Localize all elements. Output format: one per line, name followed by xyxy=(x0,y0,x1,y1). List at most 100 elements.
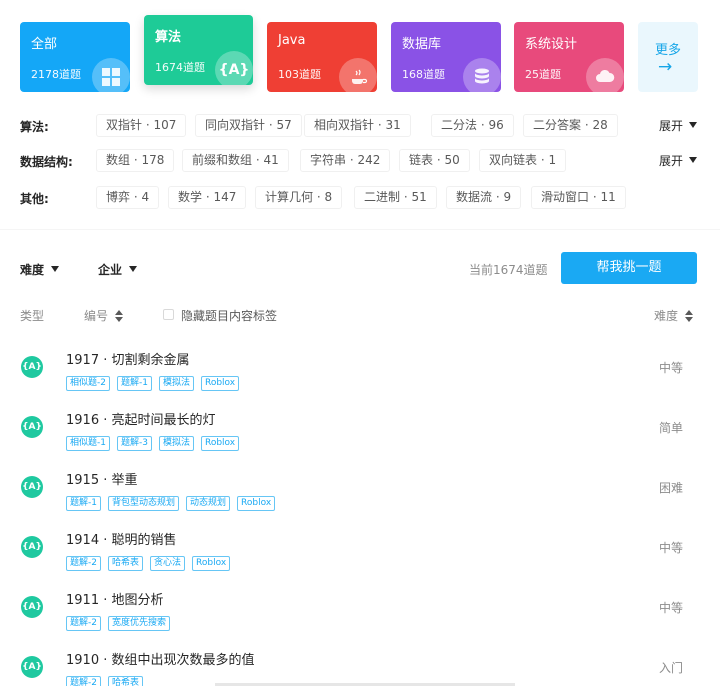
problem-title[interactable]: 1910 · 数组中出现次数最多的值 xyxy=(66,649,254,668)
problem-tag[interactable]: 相似题-1 xyxy=(66,436,110,451)
card-java[interactable]: Java 103道题 xyxy=(267,22,377,92)
row-label: 其他: xyxy=(20,192,49,206)
problem-tags: 题解-2 哈希表 贪心法 Roblox xyxy=(66,550,237,571)
problem-tag[interactable]: Roblox xyxy=(192,556,231,571)
company-filter[interactable]: 企业 xyxy=(98,261,138,278)
problem-tag[interactable]: 题解-2 xyxy=(66,616,101,631)
problem-tag[interactable]: 宽度优先搜索 xyxy=(107,616,170,631)
tag-item[interactable]: 同向双指针 · 57 xyxy=(195,114,302,137)
expand-label: 展开 xyxy=(658,154,683,168)
header-difficulty[interactable]: 难度 xyxy=(654,307,694,324)
problem-title[interactable]: 1915 · 举重 xyxy=(66,469,137,488)
hide-tags-checkbox[interactable] xyxy=(163,309,174,320)
difficulty-filter[interactable]: 难度 xyxy=(20,261,60,278)
card-all[interactable]: 全部 2178道题 xyxy=(20,22,130,92)
card-title: Java xyxy=(278,33,306,48)
tag-item[interactable]: 字符串 · 242 xyxy=(300,149,391,172)
problem-tag[interactable]: 题解-1 xyxy=(66,496,101,511)
problem-row[interactable]: {A} 1915 · 举重 题解-1 背包型动态规划 动态规划 Roblox 困难 xyxy=(0,466,720,526)
problem-tag[interactable]: 哈希表 xyxy=(107,556,143,571)
problem-tags: 相似题-1 题解-3 模拟法 Roblox xyxy=(66,430,246,451)
problem-tag[interactable]: 相似题-2 xyxy=(66,376,110,391)
algorithm-type-icon: {A} xyxy=(21,656,43,678)
hide-tags-label[interactable]: 隐藏题目内容标签 xyxy=(181,307,277,324)
problem-tag[interactable]: 题解-3 xyxy=(116,436,152,451)
row-label: 算法: xyxy=(20,120,49,134)
problem-tag[interactable]: 模拟法 xyxy=(158,436,194,451)
header-type: 类型 xyxy=(20,309,45,323)
algorithm-type-icon: {A} xyxy=(21,476,43,498)
more-label: 更多 xyxy=(655,43,682,58)
difficulty-label: 中等 xyxy=(659,601,684,615)
card-count: 1674道题 xyxy=(155,61,205,74)
problem-tags: 题解-1 背包型动态规划 动态规划 Roblox xyxy=(66,490,282,511)
database-icon xyxy=(463,58,501,92)
caret-down-icon xyxy=(51,266,60,272)
problem-tag[interactable]: 模拟法 xyxy=(158,376,194,391)
algorithm-type-icon: {A} xyxy=(21,536,43,558)
expand-toggle[interactable]: 展开 xyxy=(659,117,697,134)
tag-item[interactable]: 相向双指针 · 31 xyxy=(304,114,411,137)
problem-title[interactable]: 1916 · 亮起时间最长的灯 xyxy=(66,409,215,428)
tag-item[interactable]: 数据流 · 9 xyxy=(446,186,522,209)
tag-item[interactable]: 计算几何 · 8 xyxy=(255,186,343,209)
tag-item[interactable]: 链表 · 50 xyxy=(399,149,470,172)
problem-row[interactable]: {A} 1916 · 亮起时间最长的灯 相似题-1 题解-3 模拟法 Roblox 简… xyxy=(0,406,720,466)
expand-toggle[interactable]: 展开 xyxy=(659,152,697,169)
problem-row[interactable]: {A} 1914 · 聪明的销售 题解-2 哈希表 贪心法 Roblox 中等 xyxy=(0,526,720,586)
problem-title[interactable]: 1911 · 地图分析 xyxy=(66,589,163,608)
algorithm-icon: {A} xyxy=(215,51,253,85)
algorithm-type-icon: {A} xyxy=(21,356,43,378)
problem-title[interactable]: 1917 · 切割剩余金属 xyxy=(66,349,189,368)
problem-tag[interactable]: 题解-1 xyxy=(116,376,152,391)
card-count: 103道题 xyxy=(278,68,321,81)
difficulty-label: 中等 xyxy=(659,361,684,375)
tag-item[interactable]: 数组 · 178 xyxy=(96,149,175,172)
problem-tags: 相似题-2 题解-1 模拟法 Roblox xyxy=(66,370,246,391)
tag-item[interactable]: 滑动窗口 · 11 xyxy=(531,186,626,209)
tag-item[interactable]: 博弈 · 4 xyxy=(96,186,160,209)
sort-icon xyxy=(685,310,694,322)
problem-title[interactable]: 1914 · 聪明的销售 xyxy=(66,529,176,548)
problem-tag[interactable]: 贪心法 xyxy=(150,556,186,571)
current-problem-count: 当前1674道题 xyxy=(469,263,548,277)
row-label: 数据结构: xyxy=(20,155,73,169)
problem-row[interactable]: {A} 1917 · 切割剩余金属 相似题-2 题解-1 模拟法 Roblox 中等 xyxy=(0,346,720,406)
difficulty-label: 简单 xyxy=(659,421,684,435)
problem-row[interactable]: {A} 1910 · 数组中出现次数最多的值 题解-2 哈希表 入门 xyxy=(0,646,720,686)
problem-row[interactable]: {A} 1911 · 地图分析 题解-2 宽度优先搜索 中等 xyxy=(0,586,720,646)
problem-tags: 题解-2 宽度优先搜索 xyxy=(66,610,177,631)
difficulty-label: 入门 xyxy=(659,661,684,675)
card-count: 25道题 xyxy=(525,68,561,81)
caret-down-icon xyxy=(689,122,697,128)
section-divider xyxy=(0,229,720,230)
java-icon xyxy=(339,58,377,92)
problem-tag[interactable]: 题解-2 xyxy=(66,676,101,686)
tag-item[interactable]: 双向链表 · 1 xyxy=(479,149,567,172)
problem-tag[interactable]: 背包型动态规划 xyxy=(107,496,179,511)
problem-tag[interactable]: 哈希表 xyxy=(107,676,143,686)
algorithm-type-icon: {A} xyxy=(21,596,43,618)
card-algorithm[interactable]: 算法 1674道题 {A} xyxy=(144,15,253,85)
header-number[interactable]: 编号 xyxy=(84,307,124,324)
tag-item[interactable]: 数学 · 147 xyxy=(168,186,247,209)
problem-tag[interactable]: 动态规划 xyxy=(186,496,231,511)
tag-item[interactable]: 二分答案 · 28 xyxy=(523,114,618,137)
tag-item[interactable]: 前缀和数组 · 41 xyxy=(182,149,289,172)
data-structure-tag-row: 数据结构: 数组 · 178 前缀和数组 · 41 字符串 · 242 链表 ·… xyxy=(20,149,700,173)
card-system-design[interactable]: 系统设计 25道题 xyxy=(514,22,624,92)
tag-item[interactable]: 双指针 · 107 xyxy=(96,114,187,137)
more-card[interactable]: 更多 → xyxy=(638,22,698,92)
problem-tag[interactable]: Roblox xyxy=(237,496,276,511)
problem-tag[interactable]: Roblox xyxy=(200,376,240,391)
arrow-right-icon: → xyxy=(658,57,673,77)
caret-down-icon xyxy=(689,157,697,163)
tag-item[interactable]: 二进制 · 51 xyxy=(354,186,437,209)
header-difficulty-label: 难度 xyxy=(654,309,679,323)
tag-item[interactable]: 二分法 · 96 xyxy=(431,114,514,137)
problem-tag[interactable]: Roblox xyxy=(200,436,240,451)
problem-tag[interactable]: 题解-2 xyxy=(66,556,101,571)
pick-problem-button[interactable]: 帮我挑一题 xyxy=(561,252,697,284)
card-database[interactable]: 数据库 168道题 xyxy=(391,22,501,92)
card-count: 2178道题 xyxy=(31,68,81,81)
